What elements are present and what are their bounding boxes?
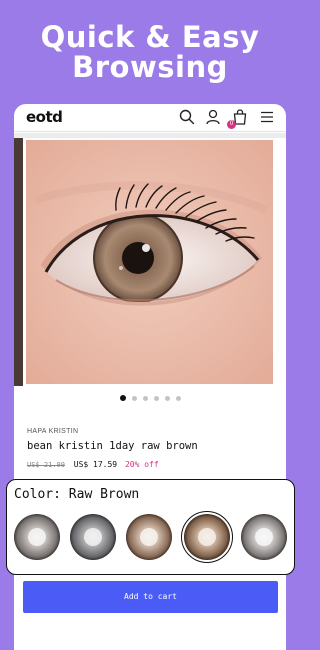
account-icon[interactable] xyxy=(204,108,222,126)
product-photo-eye[interactable] xyxy=(26,140,273,384)
original-price: US$ 21.99 xyxy=(27,461,65,469)
pagination-dot[interactable] xyxy=(175,396,181,401)
search-icon[interactable] xyxy=(178,108,196,126)
previous-slide-peek[interactable] xyxy=(14,138,23,386)
price-row: US$ 21.99 US$ 17.59 20% off xyxy=(27,460,159,469)
product-gallery[interactable] xyxy=(14,138,286,386)
store-logo[interactable]: eotd xyxy=(26,108,63,126)
color-swatch-gray-light[interactable] xyxy=(240,513,288,561)
color-swatch-brown[interactable] xyxy=(125,513,173,561)
menu-icon[interactable] xyxy=(258,108,276,126)
pagination-dot[interactable] xyxy=(131,396,137,401)
product-brand[interactable]: HAPA KRISTIN xyxy=(27,428,78,435)
pagination-dot[interactable] xyxy=(153,396,159,401)
color-swatch-gray[interactable] xyxy=(13,513,61,561)
color-selector: Color: Raw Brown xyxy=(6,479,295,575)
cart-count-badge: 0 xyxy=(227,120,236,129)
cart-icon[interactable]: 0 xyxy=(227,108,249,129)
promo-headline-line1: Quick & Easy xyxy=(40,20,260,54)
add-to-cart-button[interactable]: Add to cart xyxy=(23,581,278,613)
selected-color-label: Color: Raw Brown xyxy=(14,487,140,502)
sale-price: US$ 17.59 xyxy=(73,460,118,469)
top-nav-bar: eotd 0 xyxy=(14,104,286,132)
color-swatch-raw-brown[interactable] xyxy=(181,511,233,563)
promo-headline: Quick & Easy Browsing xyxy=(0,22,300,82)
color-swatch-dark-gray[interactable] xyxy=(69,513,117,561)
gallery-pagination xyxy=(14,395,286,405)
product-name: bean kristin 1day raw brown xyxy=(27,440,198,452)
pagination-dot[interactable] xyxy=(142,396,148,401)
discount-badge: 20% off xyxy=(124,460,159,469)
pagination-dot[interactable] xyxy=(164,396,170,401)
promo-headline-line2: Browsing xyxy=(72,50,228,84)
pagination-dot[interactable] xyxy=(119,395,126,401)
